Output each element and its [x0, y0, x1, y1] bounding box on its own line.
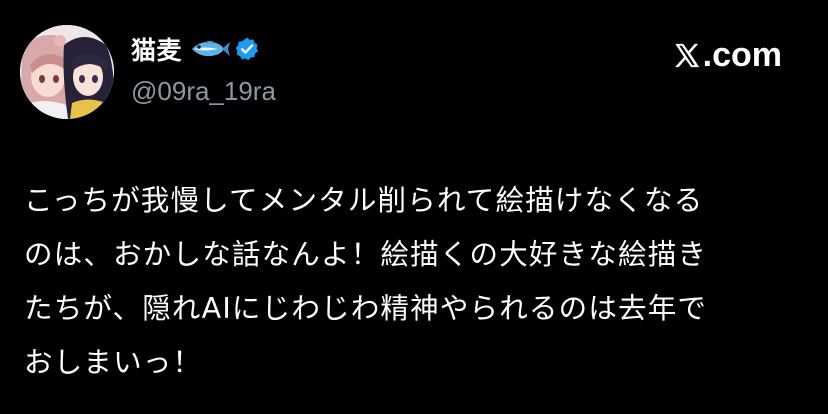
tweet-line: おしまいっ！ — [24, 346, 203, 379]
user-info: 猫麦 @09ra_19ra — [131, 32, 276, 107]
brand-link[interactable]: .com — [673, 36, 782, 75]
avatar[interactable] — [20, 25, 114, 119]
brand-domain: .com — [702, 36, 782, 74]
tweet-line: こっちが我慢してメンタル削られて絵描けなくなる — [24, 184, 704, 217]
name-row: 猫麦 — [131, 32, 276, 66]
user-handle[interactable]: @09ra_19ra — [131, 76, 276, 107]
tweet-line: たちが、隠れAIにじわじわ精神やられるのは去年で — [24, 292, 708, 325]
tweet-body: こっちが我慢してメンタル削られて絵描けなくなる のは、おかしな話なんよ！絵描くの… — [24, 174, 814, 390]
verified-badge-icon — [234, 36, 260, 62]
fish-icon — [188, 38, 231, 60]
x-logo-icon — [674, 43, 699, 68]
avatar-illustration — [20, 25, 114, 119]
tweet-card: 猫麦 @09ra_19ra .com こっちが我慢してメンタル削られて絵描けなく… — [0, 0, 828, 414]
tweet-line: のは、おかしな話なんよ！絵描くの大好きな絵描き — [24, 238, 708, 271]
display-name[interactable]: 猫麦 — [131, 31, 182, 67]
